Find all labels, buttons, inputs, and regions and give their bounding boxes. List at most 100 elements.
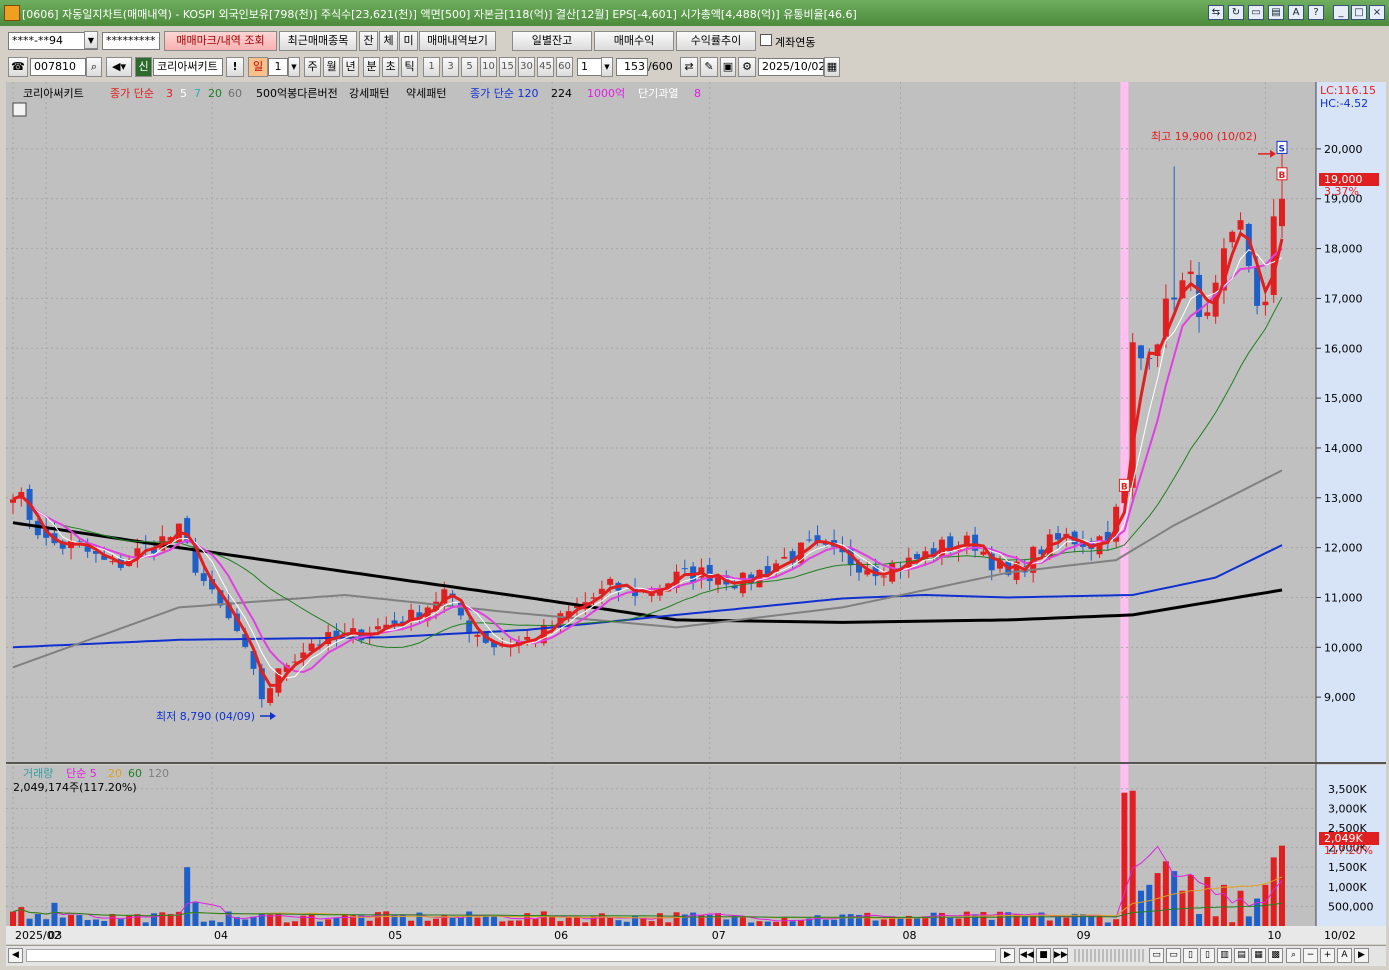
layout-c-icon[interactable]: ▯ — [1183, 948, 1198, 963]
balance-button[interactable]: 잔 — [359, 31, 378, 51]
layout-b-icon[interactable]: ▭ — [1166, 948, 1181, 963]
account-dropdown-icon[interactable]: ▼ — [84, 31, 98, 49]
scroll-end-icon[interactable]: ▶ — [1354, 948, 1369, 963]
volume-bar — [433, 918, 439, 926]
help-icon[interactable]: ? — [1308, 5, 1324, 20]
period-day-button[interactable]: 일 — [248, 57, 268, 77]
volume-bar — [101, 920, 108, 926]
chart-svg[interactable]: S B B 9,000 10,000 11,000 12,000 13,000 14,000 1… — [6, 82, 1386, 944]
custom-minute-dropdown-icon[interactable]: ▼ — [601, 57, 613, 77]
daily-balance-button[interactable]: 일별잔고 — [512, 31, 592, 51]
phone-icon[interactable]: ☎ — [8, 57, 28, 77]
recent-trades-button[interactable]: 최근매매종목 — [279, 31, 357, 51]
volume-bar — [474, 917, 481, 926]
account-link-label: 계좌연동 — [775, 36, 816, 49]
font-icon[interactable]: A — [1288, 5, 1304, 20]
unfilled-button[interactable]: 미 — [399, 31, 418, 51]
volume-bar — [1021, 916, 1028, 926]
layout-a-icon[interactable]: ▭ — [1149, 948, 1164, 963]
password-field[interactable]: ********* — [102, 32, 160, 50]
calendar-icon[interactable]: ▦ — [824, 57, 840, 77]
layout-icon[interactable]: ▭ — [1248, 5, 1264, 20]
layout-d-icon[interactable]: ▯ — [1200, 948, 1215, 963]
first-button[interactable]: ◀◀ — [1019, 948, 1034, 963]
vol-change-pct: 117.20% — [1324, 844, 1373, 857]
period-number-dropdown-icon[interactable]: ▼ — [288, 57, 300, 77]
date-field[interactable]: 2025/10/02 — [758, 58, 824, 76]
layout-h-icon[interactable]: ▩ — [1268, 948, 1283, 963]
candle-body — [681, 568, 688, 570]
speaker-icon[interactable]: ◀▾ — [106, 57, 132, 77]
stop-button[interactable]: ■ — [1036, 948, 1051, 963]
auto-scale-icon[interactable]: A — [1337, 948, 1352, 963]
scroll-track[interactable] — [26, 949, 996, 962]
minute-1-button[interactable]: 1 — [423, 57, 440, 77]
swap-icon[interactable]: ⇄ — [680, 57, 698, 77]
scroll-left-button[interactable]: ◀ — [8, 948, 23, 963]
minute-60-button[interactable]: 60 — [556, 57, 573, 77]
legend-strong-pattern: 강세패턴 — [349, 87, 389, 100]
refresh-icon[interactable]: ↻ — [1228, 5, 1244, 20]
period-month-button[interactable]: 월 — [323, 57, 340, 77]
volume-bar — [1146, 884, 1153, 926]
maximize-button[interactable]: □ — [1351, 5, 1367, 20]
minute-3-button[interactable]: 3 — [442, 57, 459, 77]
link-icon[interactable]: ⇆ — [1208, 5, 1224, 20]
settings-icon[interactable]: ⚙ — [738, 57, 756, 77]
search-icon[interactable]: ⌕ — [86, 57, 102, 77]
stock-code-input[interactable]: 007810 — [30, 58, 86, 76]
period-minute-button[interactable]: 분 — [363, 57, 380, 77]
zoom-track[interactable] — [1074, 949, 1144, 962]
trade-profit-button[interactable]: 매매수익 — [594, 31, 674, 51]
trade-history-button[interactable]: 매매내역보기 — [419, 31, 496, 51]
price-tick-label: 11,000 — [1324, 591, 1363, 604]
volume-bar — [980, 912, 987, 926]
minute-5-button[interactable]: 5 — [461, 57, 478, 77]
alert-button[interactable]: ! — [226, 57, 244, 77]
minute-45-button[interactable]: 45 — [537, 57, 554, 77]
period-tick-button[interactable]: 틱 — [401, 57, 418, 77]
layout-g-icon[interactable]: ▦ — [1251, 948, 1266, 963]
volume-bar — [109, 914, 116, 926]
bar-count-field[interactable]: 153 — [616, 58, 648, 76]
return-trend-button[interactable]: 수익률추이 — [676, 31, 756, 51]
credit-badge: 신 — [135, 57, 152, 77]
volume-bar — [739, 917, 746, 926]
month-label: 04 — [214, 929, 228, 942]
candle-body — [391, 620, 398, 624]
bar-count-max: /600 — [648, 60, 673, 73]
print-icon[interactable]: ▤ — [1268, 5, 1284, 20]
indicator-grid-icon[interactable] — [12, 102, 27, 117]
close-button[interactable]: × — [1369, 5, 1385, 20]
candle-body — [374, 626, 381, 630]
layout-f-icon[interactable]: ▤ — [1234, 948, 1249, 963]
trade-mark-button[interactable]: 매매마크/내역 조회 — [164, 31, 277, 51]
bottom-scroll-bar[interactable]: ◀ ▶ ◀◀ ■ ▶▶ ▭ ▭ ▯ ▯ ▥ ▤ ▦ ▩ ⌕ − + A ▶ — [6, 945, 1386, 966]
period-year-button[interactable]: 년 — [342, 57, 359, 77]
period-second-button[interactable]: 초 — [382, 57, 399, 77]
zoom-search-icon[interactable]: ⌕ — [1286, 948, 1301, 963]
account-link-checkbox[interactable] — [760, 34, 772, 46]
minute-10-button[interactable]: 10 — [480, 57, 497, 77]
volume-bar — [963, 911, 970, 926]
zoom-out-icon[interactable]: − — [1303, 948, 1318, 963]
chart-area[interactable]: S B B 9,000 10,000 11,000 12,000 13,000 14,000 1… — [6, 82, 1386, 944]
volume-bar — [1245, 916, 1252, 926]
layout-e-icon[interactable]: ▥ — [1217, 948, 1232, 963]
scroll-right-button[interactable]: ▶ — [1000, 948, 1015, 963]
save-icon[interactable]: ▣ — [720, 57, 736, 77]
last-button[interactable]: ▶▶ — [1053, 948, 1068, 963]
month-label: 08 — [902, 929, 916, 942]
volume-bar — [209, 920, 216, 926]
minute-15-button[interactable]: 15 — [499, 57, 516, 77]
volume-tick-label: 3,500K — [1328, 783, 1367, 796]
period-week-button[interactable]: 주 — [304, 57, 321, 77]
minute-30-button[interactable]: 30 — [518, 57, 535, 77]
volume-bar — [590, 916, 597, 926]
period-number-field[interactable]: 1 — [268, 58, 288, 76]
tool-icon[interactable]: ✎ — [700, 57, 718, 77]
volume-bar — [1046, 920, 1053, 926]
zoom-in-icon[interactable]: + — [1320, 948, 1335, 963]
minimize-button[interactable]: _ — [1333, 5, 1349, 20]
executed-button[interactable]: 체 — [379, 31, 398, 51]
